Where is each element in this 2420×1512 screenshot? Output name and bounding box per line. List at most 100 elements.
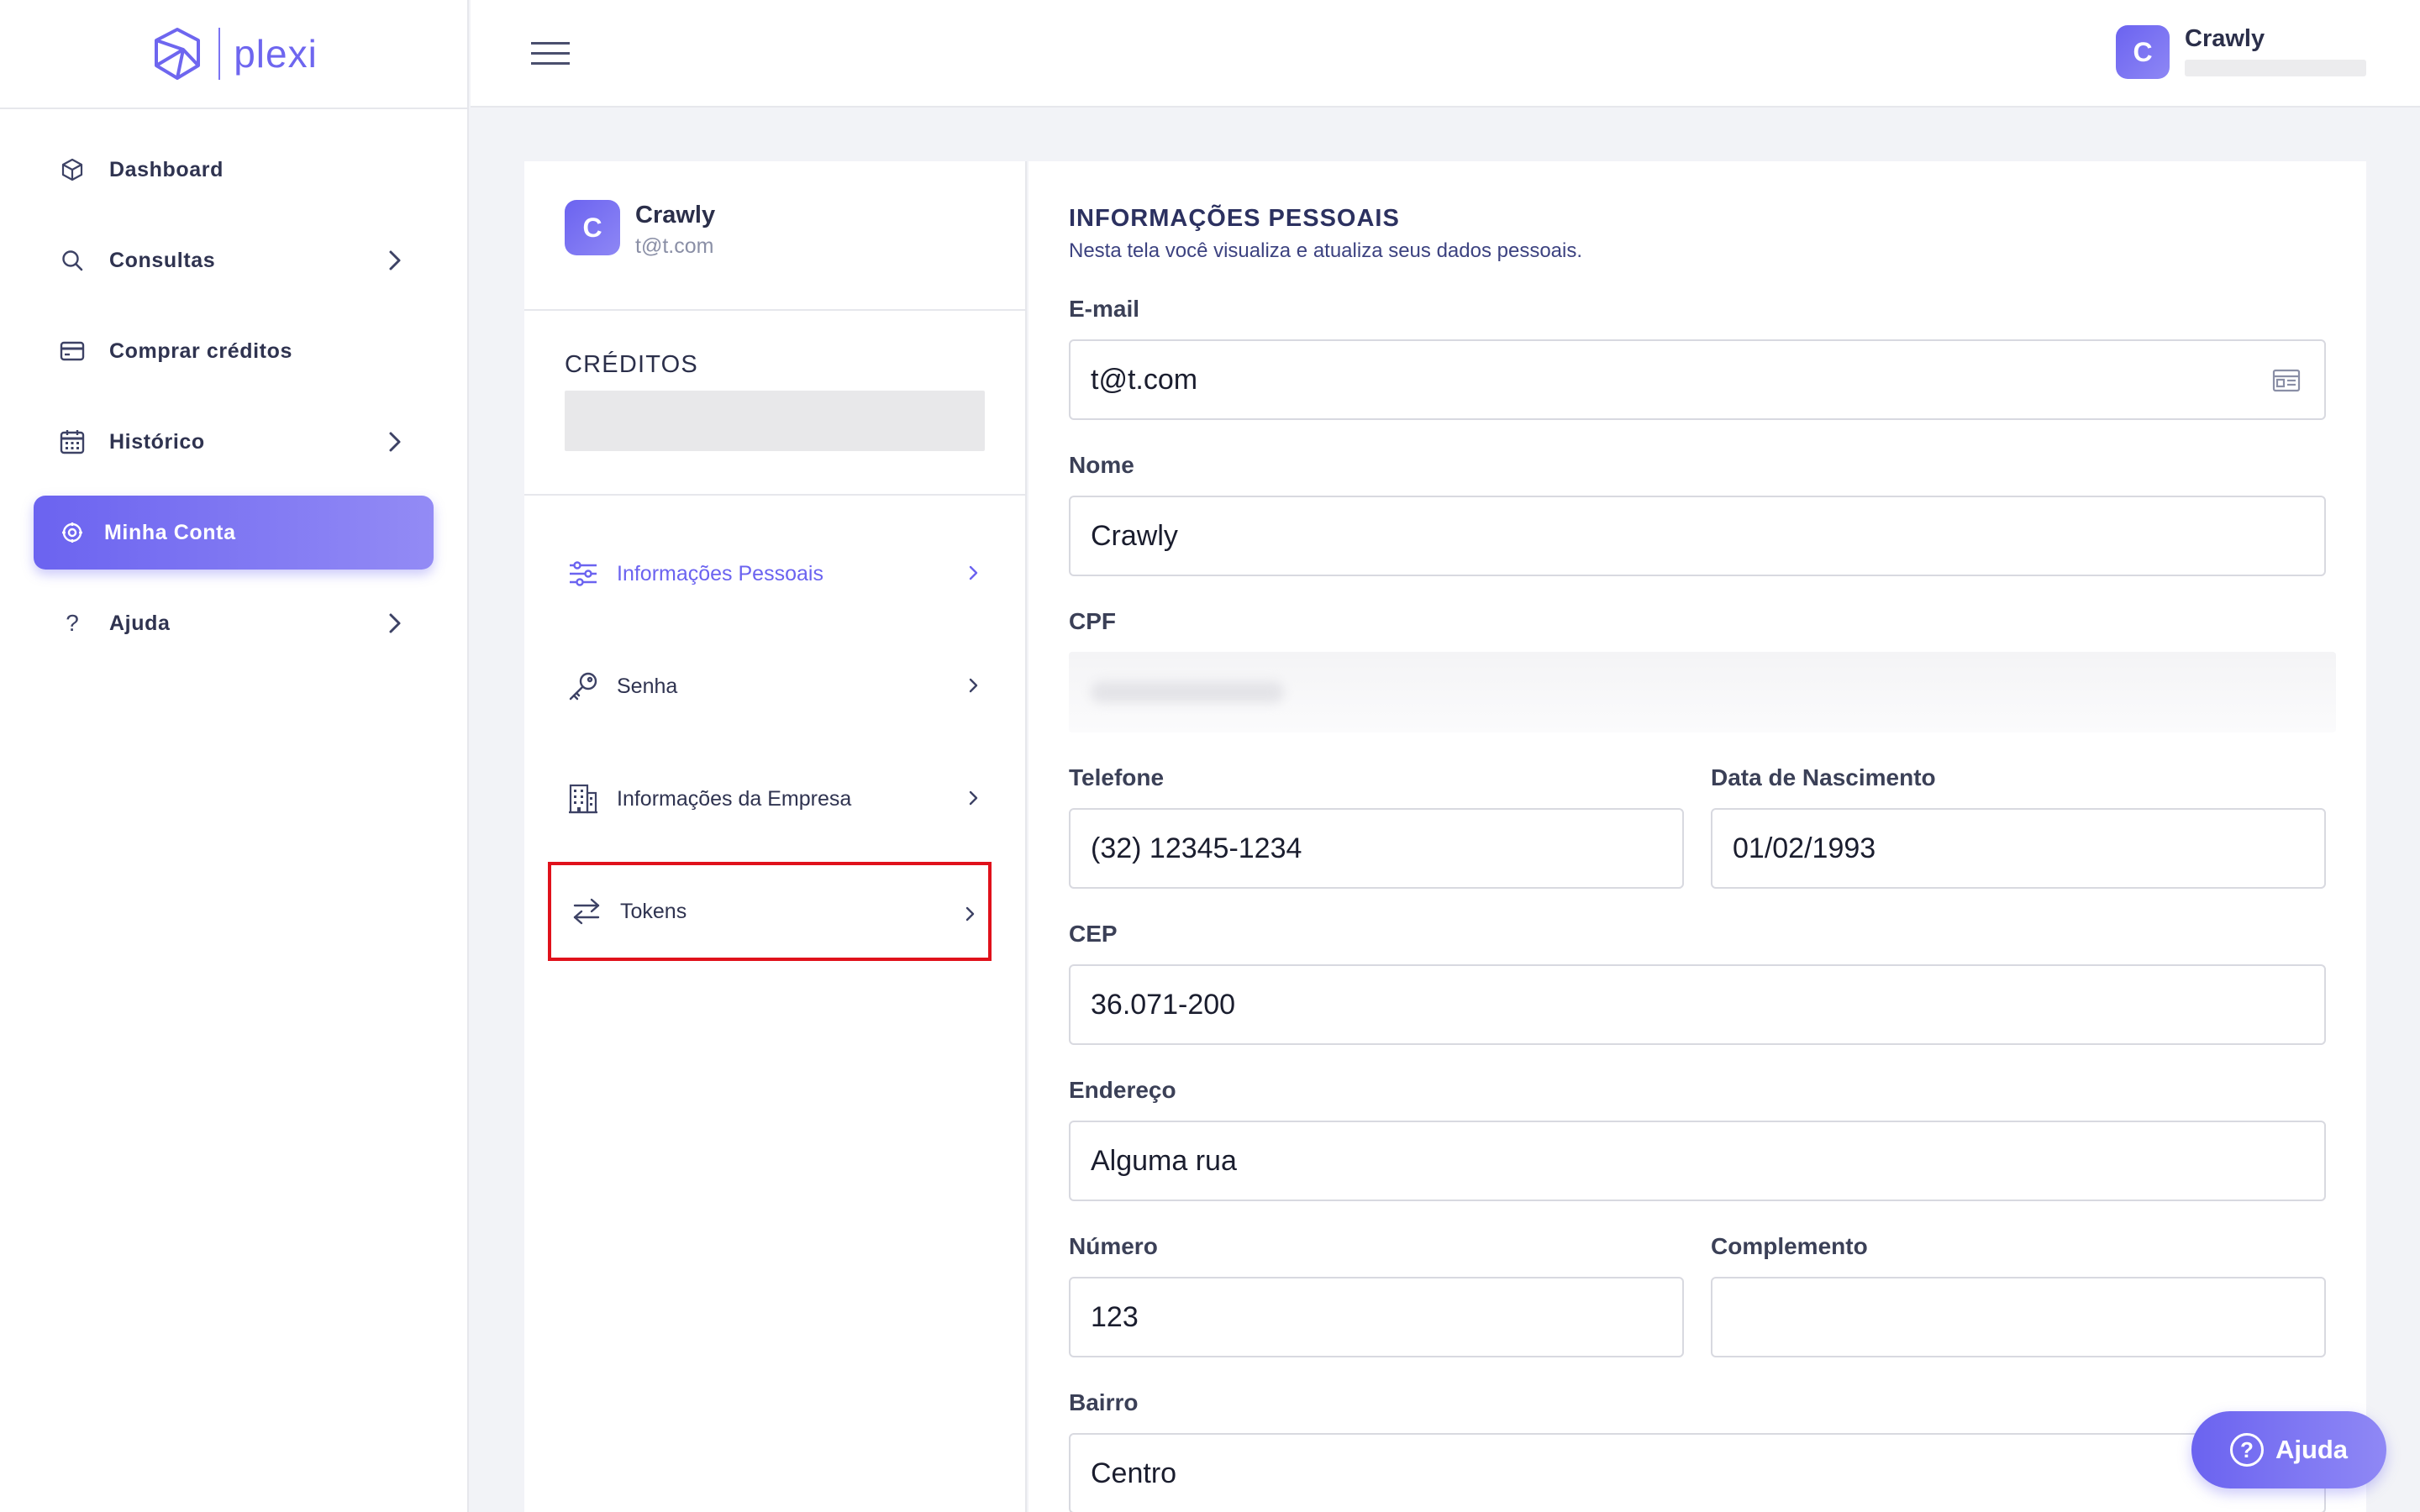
credits-title: CRÉDITOS — [565, 351, 698, 378]
plexi-logo-icon — [155, 28, 201, 80]
cep-field[interactable]: 36.071-200 — [1069, 964, 2326, 1045]
user-info: Crawly — [2185, 25, 2366, 76]
endereco-label: Endereço — [1069, 1077, 1176, 1103]
settings-icon — [59, 519, 86, 546]
avatar: C — [2116, 25, 2170, 79]
complemento-field-group: Complemento — [1711, 1233, 2326, 1357]
sidebar-nav: Dashboard Consultas Comprar créditos His… — [0, 109, 467, 660]
menu-item-informacoes-empresa[interactable]: Informações da Empresa — [548, 749, 992, 848]
bairro-label: Bairro — [1069, 1389, 1139, 1415]
menu-item-label: Informações da Empresa — [617, 786, 852, 811]
section-subtitle: Nesta tela você visualiza e atualiza seu… — [1069, 239, 1583, 262]
profile-name: Crawly — [635, 202, 716, 228]
sidebar-item-label: Minha Conta — [104, 520, 236, 544]
numero-field[interactable]: 123 — [1069, 1277, 1684, 1357]
account-menu: Informações Pessoais Senha Informações d… — [524, 496, 1025, 961]
cep-label: CEP — [1069, 921, 1118, 947]
chevron-right-icon — [969, 565, 978, 580]
sidebar-item-dashboard[interactable]: Dashboard — [34, 133, 434, 207]
endereco-field-group: Endereço Alguma rua — [1069, 1077, 2326, 1201]
cpf-field-redacted — [1069, 652, 2336, 732]
avatar: C — [565, 200, 620, 255]
personal-info-panel: INFORMAÇÕES PESSOAIS Nesta tela você vis… — [1028, 161, 2366, 1512]
telefone-label: Telefone — [1069, 764, 1165, 790]
nome-field-group: Nome Crawly — [1069, 452, 2326, 576]
email-field-group: E-mail t@t.com — [1069, 296, 2326, 420]
personal-info-form: INFORMAÇÕES PESSOAIS Nesta tela você vis… — [1028, 161, 2366, 263]
bairro-value: Centro — [1091, 1457, 1177, 1489]
email-value: t@t.com — [1091, 363, 1198, 396]
chevron-right-icon — [969, 790, 978, 806]
nascimento-label: Data de Nascimento — [1711, 764, 1936, 790]
profile-summary: C Crawly t@t.com — [524, 161, 1025, 311]
sidebar-item-label: Histórico — [109, 429, 205, 454]
credit-card-icon — [59, 338, 86, 365]
cep-value: 36.071-200 — [1091, 988, 1236, 1021]
numero-value: 123 — [1091, 1300, 1139, 1333]
sidebar: plexi Dashboard Consultas Comprar crédit… — [0, 0, 469, 1512]
redacted-credits-value — [565, 391, 985, 451]
sidebar-item-label: Comprar créditos — [109, 339, 292, 363]
chevron-right-icon — [965, 906, 975, 921]
sidebar-item-label: Ajuda — [109, 611, 171, 635]
bairro-field[interactable]: Centro — [1069, 1433, 2326, 1512]
credits-section: CRÉDITOS — [524, 311, 1025, 496]
profile-info: Crawly t@t.com — [635, 202, 715, 259]
help-circle-icon: ? — [2229, 1433, 2264, 1467]
endereco-value: Alguma rua — [1091, 1144, 1237, 1177]
nome-value: Crawly — [1091, 519, 1178, 552]
telefone-field[interactable]: (32) 12345-1234 — [1069, 808, 1684, 889]
menu-item-tokens[interactable]: Tokens — [548, 862, 992, 961]
menu-toggle-icon[interactable] — [531, 42, 570, 67]
key-icon — [566, 669, 600, 703]
sidebar-item-label: Dashboard — [109, 157, 224, 181]
cep-field-group: CEP 36.071-200 — [1069, 921, 2326, 1045]
telefone-value: (32) 12345-1234 — [1091, 832, 1302, 864]
calendar-icon — [59, 428, 86, 455]
email-label: E-mail — [1069, 296, 1140, 322]
sidebar-item-ajuda[interactable]: ? Ajuda — [34, 586, 434, 660]
sliders-icon — [566, 557, 600, 591]
user-name: Crawly — [2185, 25, 2265, 52]
cpf-field-group: CPF — [1069, 608, 2336, 732]
logo-divider — [218, 28, 221, 80]
account-panel: C Crawly t@t.com CRÉDITOS Informações Pe… — [524, 161, 1027, 1512]
chevron-right-icon — [389, 432, 401, 452]
endereco-field[interactable]: Alguma rua — [1069, 1121, 2326, 1201]
sidebar-item-consultas[interactable]: Consultas — [34, 223, 434, 297]
numero-label: Número — [1069, 1233, 1158, 1259]
chevron-right-icon — [389, 250, 401, 270]
menu-item-informacoes-pessoais[interactable]: Informações Pessoais — [548, 524, 992, 623]
cpf-label: CPF — [1069, 608, 1116, 634]
topbar: C Crawly — [471, 0, 2420, 108]
building-icon — [566, 782, 600, 816]
nome-field[interactable]: Crawly — [1069, 496, 2326, 576]
redacted-user-detail — [2185, 60, 2366, 76]
nome-label: Nome — [1069, 452, 1134, 478]
logo-text: plexi — [234, 32, 318, 76]
transfer-arrows-icon — [570, 895, 603, 928]
sidebar-item-label: Consultas — [109, 248, 216, 272]
telefone-field-group: Telefone (32) 12345-1234 — [1069, 764, 1684, 889]
email-field[interactable]: t@t.com — [1069, 339, 2326, 420]
help-button[interactable]: ? Ajuda — [2191, 1411, 2386, 1488]
complemento-label: Complemento — [1711, 1233, 1868, 1259]
menu-item-senha[interactable]: Senha — [548, 637, 992, 736]
nascimento-field-group: Data de Nascimento 01/02/1993 — [1711, 764, 2326, 889]
menu-item-label: Senha — [617, 674, 678, 698]
menu-item-label: Tokens — [620, 899, 687, 923]
sidebar-item-comprar-creditos[interactable]: Comprar créditos — [34, 314, 434, 388]
chevron-right-icon — [969, 678, 978, 693]
logo[interactable]: plexi — [0, 0, 467, 109]
nascimento-field[interactable]: 01/02/1993 — [1711, 808, 2326, 889]
contact-card-icon — [2272, 369, 2301, 392]
help-button-label: Ajuda — [2275, 1435, 2349, 1464]
sidebar-item-minha-conta[interactable]: Minha Conta — [34, 496, 434, 570]
menu-item-label: Informações Pessoais — [617, 561, 823, 585]
nascimento-value: 01/02/1993 — [1733, 832, 1876, 864]
numero-field-group: Número 123 — [1069, 1233, 1684, 1357]
complemento-field[interactable] — [1711, 1277, 2326, 1357]
section-title: INFORMAÇÕES PESSOAIS — [1069, 205, 1400, 232]
sidebar-item-historico[interactable]: Histórico — [34, 405, 434, 479]
user-menu[interactable]: C Crawly — [2116, 25, 2366, 79]
